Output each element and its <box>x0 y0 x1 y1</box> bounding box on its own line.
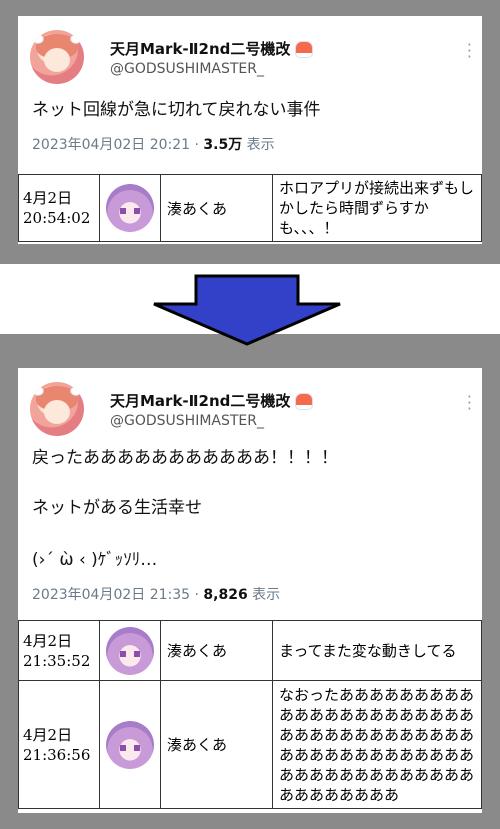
chat-message: なおったああああああああああああああああああああああああああああああああああああ… <box>272 680 482 809</box>
tweet-meta: 2023年04月02日 20:21 · 3.5万 表示 <box>32 134 275 154</box>
display-name[interactable]: 天月Mark-Ⅱ2nd二号機改 <box>110 38 312 59</box>
tweet-text-line1: 戻ったあああああああああああ！！！！ <box>32 448 338 468</box>
display-name[interactable]: 天月Mark-Ⅱ2nd二号機改 <box>110 390 312 411</box>
sushi-emoji-icon <box>295 394 312 409</box>
view-count: 8,826 <box>203 587 248 603</box>
chat-time: 4月2日 20:54:02 <box>18 174 100 242</box>
top-tweet-card: 天月Mark-Ⅱ2nd二号機改 @GODSUSHIMASTER_ · · · ネット… <box>18 16 482 244</box>
views-label: 表示 <box>247 587 281 603</box>
chat-row: 4月2日 21:35:52 湊あくあ まってまた変な動きしてる <box>18 620 482 681</box>
user-handle[interactable]: @GODSUSHIMASTER_ <box>110 413 264 429</box>
down-arrow-icon <box>0 264 500 346</box>
sushi-emoji-icon <box>295 42 312 57</box>
chat-name: 湊あくあ <box>160 620 273 681</box>
tweet-meta: 2023年04月02日 21:35 · 8,826 表示 <box>32 584 280 604</box>
chat-log-table: 4月2日 20:54:02 湊あくあ ホロアプリが接続出来ずもしかしたら時間ずらす… <box>18 174 482 242</box>
chat-avatar <box>106 184 154 232</box>
user-handle[interactable]: @GODSUSHIMASTER_ <box>110 61 264 77</box>
chat-message: まってまた変な動きしてる <box>272 620 482 681</box>
chat-avatar <box>106 626 154 675</box>
more-options-icon[interactable]: · · · <box>467 37 472 65</box>
chat-message: ホロアプリが接続出来ずもしかしたら時間ずらすかも、、、！ <box>272 174 482 242</box>
view-count: 3.5万 <box>203 137 243 153</box>
chat-time: 4月2日 21:35:52 <box>18 620 100 681</box>
views-label: 表示 <box>242 137 275 153</box>
more-options-icon[interactable]: · · · <box>467 389 472 417</box>
chat-row: 4月2日 20:54:02 湊あくあ ホロアプリが接続出来ずもしかしたら時間ずらす… <box>18 174 482 242</box>
tweet-text-line3: (›´ ὼ ‹ )ｹﾞｯｿﾘ… <box>32 550 158 570</box>
chat-row: 4月2日 21:36:56 湊あくあ なおったああああああああああああああああああ… <box>18 680 482 809</box>
chat-name: 湊あくあ <box>160 174 273 242</box>
tweet-timestamp[interactable]: 2023年04月02日 20:21 · <box>32 137 203 153</box>
profile-avatar[interactable] <box>30 382 84 436</box>
tweet-text: ネット回線が急に切れて戻れない事件 <box>32 100 321 120</box>
chat-time: 4月2日 21:36:56 <box>18 680 100 809</box>
tweet-text-line2: ネットがある生活幸せ <box>32 498 202 518</box>
chat-avatar <box>106 720 154 769</box>
bottom-tweet-card: 天月Mark-Ⅱ2nd二号機改 @GODSUSHIMASTER_ · · · 戻った… <box>18 368 482 813</box>
chat-name: 湊あくあ <box>160 680 273 809</box>
chat-log-table: 4月2日 21:35:52 湊あくあ まってまた変な動きしてる 4月2日 21:36… <box>18 620 482 809</box>
profile-avatar[interactable] <box>30 30 84 84</box>
tweet-timestamp[interactable]: 2023年04月02日 21:35 · <box>32 587 203 603</box>
